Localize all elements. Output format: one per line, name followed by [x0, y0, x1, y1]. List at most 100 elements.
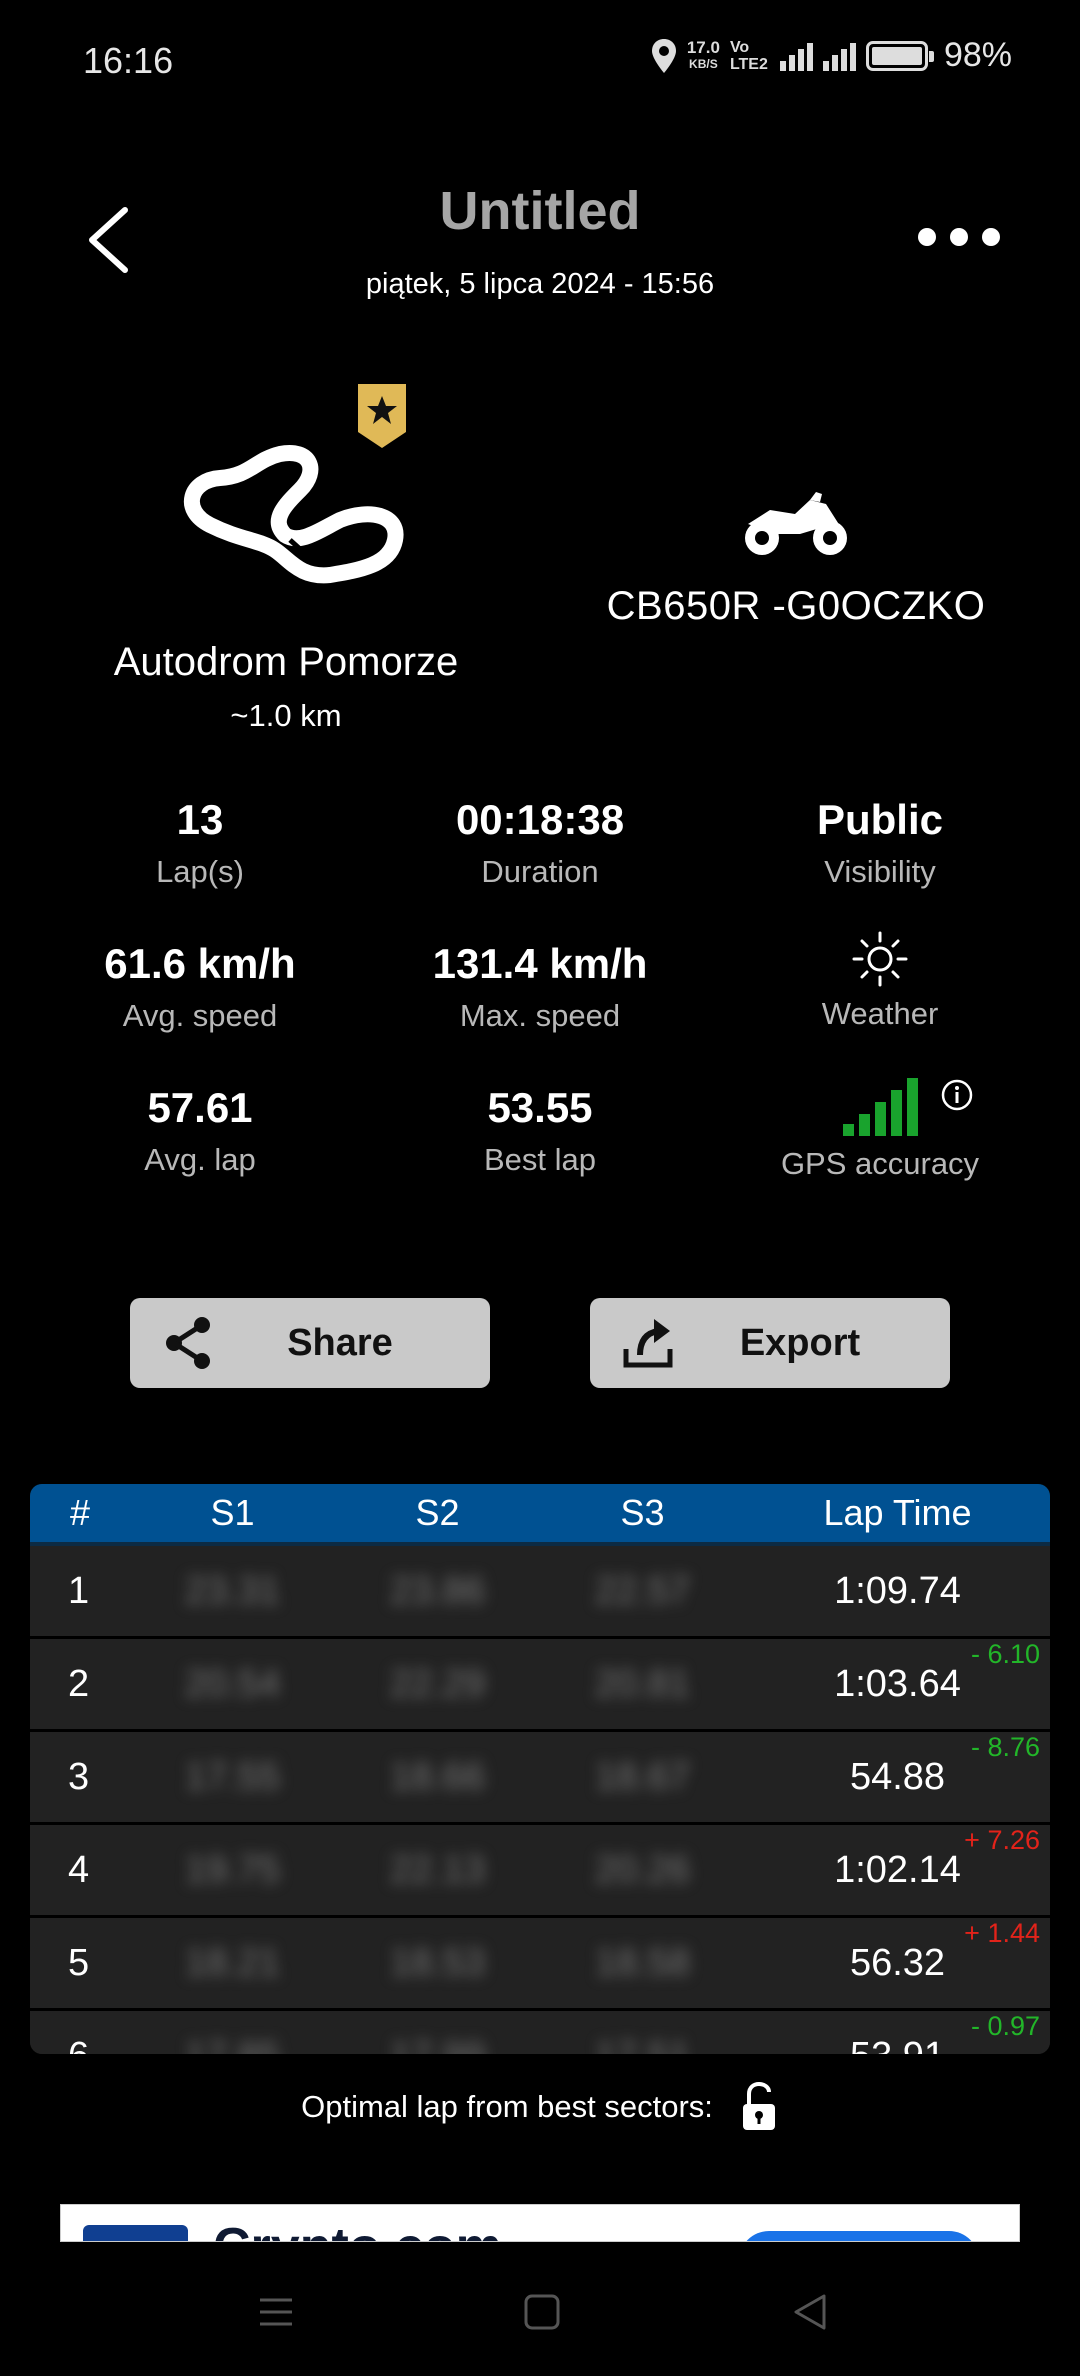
lap-number: 2 — [68, 1662, 90, 1705]
back-nav-icon[interactable] — [792, 2294, 828, 2330]
lap-number: 5 — [68, 1941, 90, 1984]
table-row[interactable]: 4 19.75 22.13 20.26 1:02.14 + 7.26 — [30, 1825, 1050, 1918]
dot-icon — [982, 228, 1000, 246]
max-speed-value: 131.4 km/h — [432, 940, 648, 987]
duration-value: 00:18:38 — [455, 796, 625, 843]
battery-icon — [865, 40, 934, 71]
lap-delta: - 8.76 — [970, 1732, 1040, 1762]
duration-label: Duration — [481, 854, 599, 889]
menu-icon[interactable] — [258, 2294, 294, 2330]
avg-speed-value: 61.6 km/h — [104, 940, 296, 987]
sector-2-time: 18.66 — [389, 1755, 486, 1798]
motorcycle-icon[interactable] — [740, 490, 852, 558]
track-name[interactable]: Autodrom Pomorze — [0, 640, 572, 685]
sector-1-time: 19.75 — [184, 1848, 281, 1891]
duration-stat: 00:18:38 Duration — [380, 796, 700, 890]
track-layout-icon[interactable] — [170, 440, 410, 590]
table-row[interactable]: 3 17.55 18.66 18.67 54.88 - 8.76 — [30, 1732, 1050, 1825]
sector-1-time: 20.54 — [184, 1662, 281, 1705]
sector-3-time: 17.51 — [540, 2035, 745, 2055]
ad-logo-icon — [83, 2225, 188, 2241]
lap-number: 3 — [68, 1755, 90, 1798]
avg-lap-stat: 57.61 Avg. lap — [40, 1084, 360, 1178]
sector-3-time: 20.26 — [594, 1848, 691, 1891]
sector-3-time: 18.58 — [594, 1941, 691, 1984]
col-num: # — [69, 1492, 91, 1533]
col-s2: S2 — [415, 1492, 460, 1533]
table-row[interactable]: 1 23.31 23.86 22.57 1:09.74 — [30, 1546, 1050, 1639]
visibility-value[interactable]: Public — [720, 796, 1040, 844]
bike-name[interactable]: CB650R -G0OCZKO — [540, 584, 1052, 629]
lap-number: 6 — [30, 2035, 130, 2055]
laps-value: 13 — [176, 796, 224, 843]
sector-3-time: 20.81 — [594, 1662, 691, 1705]
net-speed: 17.0 KB/S — [686, 37, 720, 71]
ad-banner[interactable]: Crypto.com — [60, 2204, 1020, 2242]
battery-percent: 98% — [943, 36, 1012, 74]
sector-2-time: 23.86 — [389, 1569, 486, 1612]
sector-1-time: 23.31 — [184, 1569, 281, 1612]
optimal-lap-label: Optimal lap from best sectors: — [301, 2089, 713, 2124]
avg-speed-label: Avg. speed — [122, 998, 278, 1033]
laps-stat: 13 Lap(s) — [40, 796, 360, 890]
signal-icon — [822, 41, 856, 71]
table-header: # S1 S2 S3 Lap Time — [30, 1484, 1050, 1546]
sector-1-time: 18.21 — [184, 1941, 281, 1984]
session-date: piątek, 5 lipca 2024 - 15:56 — [365, 268, 715, 300]
avg-lap-label: Avg. lap — [144, 1142, 256, 1177]
dot-icon — [918, 228, 936, 246]
best-lap-stat: 53.55 Best lap — [380, 1084, 700, 1178]
col-lap-time: Lap Time — [823, 1492, 972, 1533]
volte-indicator: Vo LTE2 — [729, 38, 768, 73]
export-icon — [623, 1319, 673, 1368]
laps-label: Lap(s) — [156, 854, 244, 889]
home-icon[interactable] — [524, 2294, 560, 2330]
lap-time: 1:09.74 — [834, 1569, 961, 1612]
status-bar: 16:16 17.0 KB/S Vo LTE2 98% — [0, 0, 1080, 120]
share-icon — [166, 1317, 210, 1369]
sector-3-time: 18.67 — [594, 1755, 691, 1798]
lap-delta: + 1.44 — [964, 1918, 1040, 1948]
share-label: Share — [287, 1321, 393, 1364]
ad-cta-button[interactable] — [739, 2231, 979, 2241]
sector-3-time: 22.57 — [594, 1569, 691, 1612]
sector-2-time: 22.29 — [389, 1662, 486, 1705]
lap-delta: - 0.97 — [970, 2011, 1040, 2041]
gps-accuracy-label: GPS accuracy — [780, 1146, 980, 1181]
weather-stat[interactable]: Weather — [720, 930, 1040, 1032]
table-row[interactable]: 6 17.85 17.99 17.51 53.91 - 0.97 — [30, 2011, 1050, 2054]
status-time: 16:16 — [83, 40, 174, 81]
best-lap-value: 53.55 — [487, 1084, 593, 1131]
optimal-lap-row: Optimal lap from best sectors: — [0, 2082, 1080, 2132]
lap-number: 4 — [68, 1848, 90, 1891]
visibility-stat[interactable]: Public Visibility — [720, 796, 1040, 890]
table-row[interactable]: 2 20.54 22.29 20.81 1:03.64 - 6.10 — [30, 1639, 1050, 1732]
max-speed-label: Max. speed — [459, 998, 621, 1033]
table-row[interactable]: 5 18.21 18.53 18.58 56.32 + 1.44 — [30, 1918, 1050, 2011]
weather-label: Weather — [821, 996, 939, 1031]
dot-icon — [950, 228, 968, 246]
sector-1-time: 17.85 — [130, 2035, 335, 2055]
lap-delta: + 7.26 — [964, 1825, 1040, 1855]
sector-1-time: 17.55 — [184, 1755, 281, 1798]
laps-table[interactable]: # S1 S2 S3 Lap Time 1 23.31 23.86 22.57 … — [30, 1484, 1050, 2054]
col-s3: S3 — [620, 1492, 665, 1533]
track-length: ~1.0 km — [230, 698, 342, 733]
sector-2-time: 18.53 — [389, 1941, 486, 1984]
more-options-button[interactable] — [918, 228, 1000, 246]
lap-number: 1 — [68, 1569, 90, 1612]
status-icons: 17.0 KB/S Vo LTE2 98% — [651, 36, 1012, 75]
ad-text: Crypto.com — [213, 2217, 502, 2241]
gps-accuracy-stat[interactable]: GPS accuracy — [720, 1078, 1040, 1182]
sun-icon[interactable] — [851, 930, 909, 988]
sector-2-time: 22.13 — [389, 1848, 486, 1891]
sector-2-time: 17.99 — [335, 2035, 540, 2055]
export-button[interactable]: Export — [590, 1298, 950, 1388]
share-button[interactable]: Share — [130, 1298, 490, 1388]
system-nav-bar — [0, 2250, 1080, 2376]
col-s1: S1 — [210, 1492, 255, 1533]
signal-5g-icon — [779, 41, 813, 71]
max-speed-stat: 131.4 km/h Max. speed — [380, 940, 700, 1034]
info-icon[interactable] — [940, 1078, 974, 1112]
unlock-icon[interactable] — [739, 2082, 779, 2132]
